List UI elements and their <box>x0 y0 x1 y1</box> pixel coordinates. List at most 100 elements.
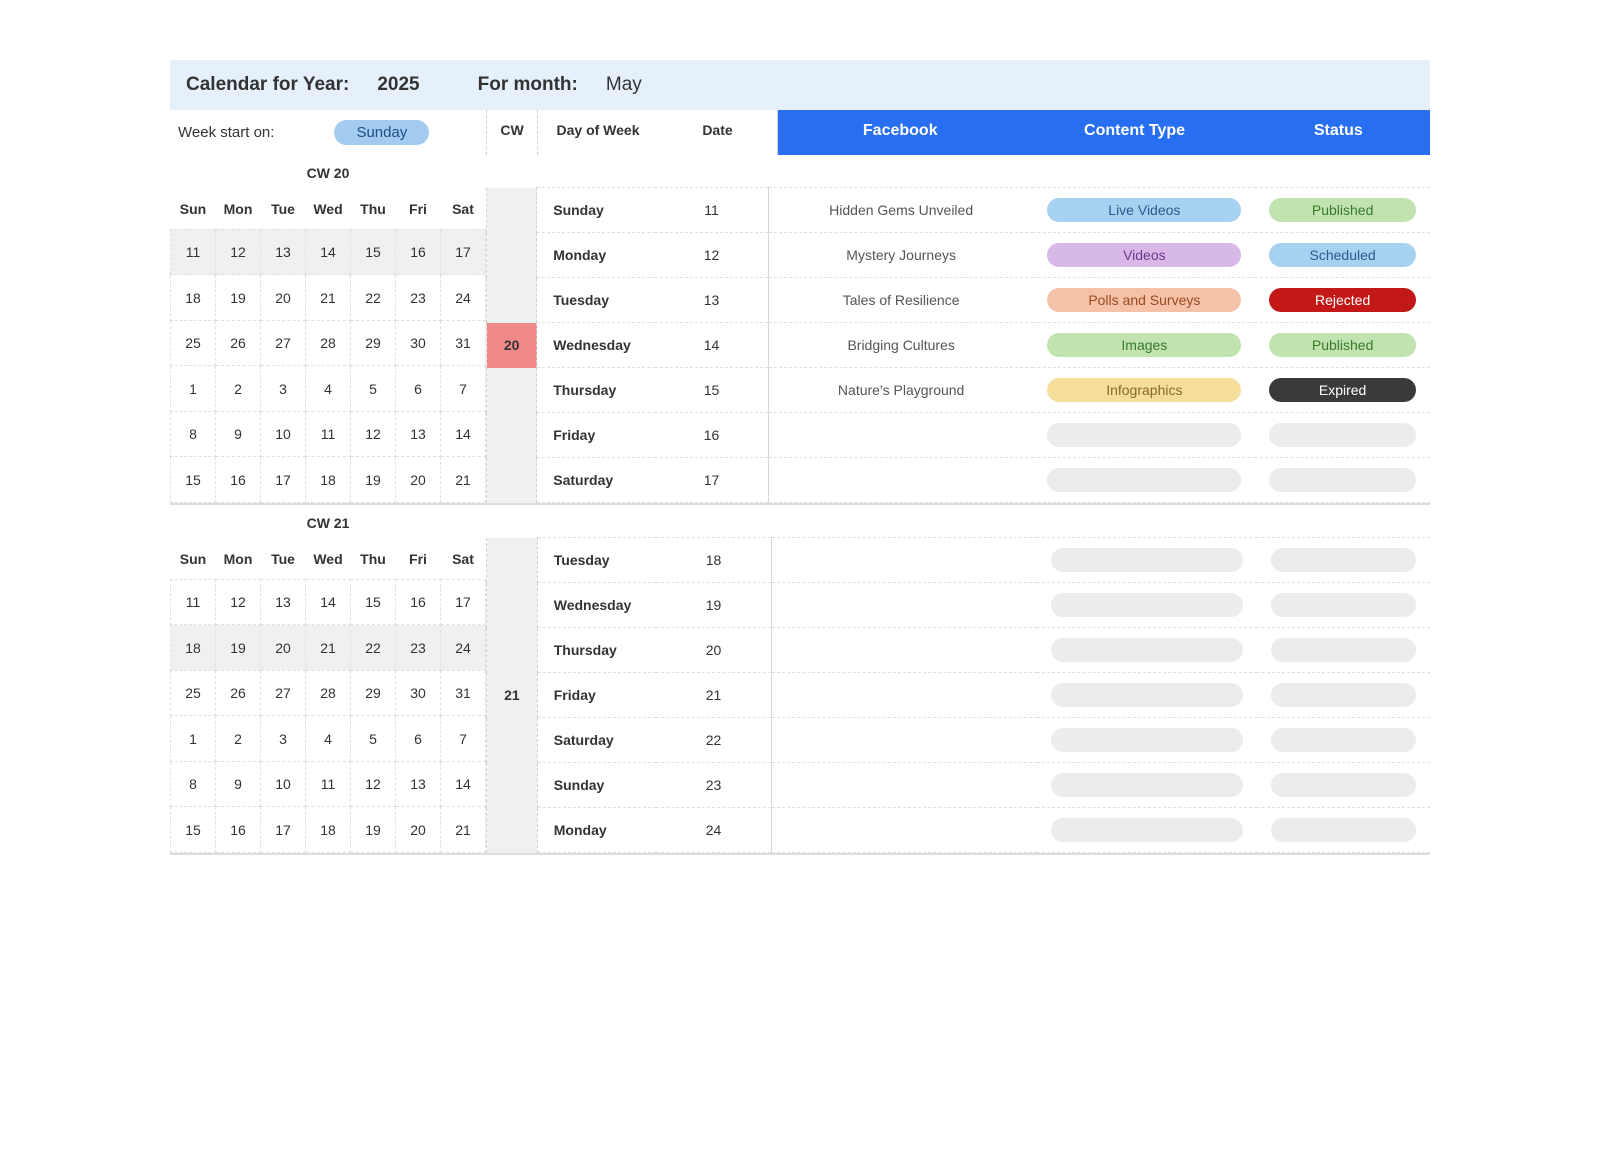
mini-day-cell[interactable]: 11 <box>171 229 216 275</box>
mini-day-cell[interactable]: 17 <box>261 807 306 853</box>
mini-day-cell[interactable]: 18 <box>171 625 216 671</box>
facebook-cell[interactable]: Hidden Gems Unveiled <box>768 188 1033 233</box>
mini-day-cell[interactable]: 27 <box>261 670 306 716</box>
status-pill[interactable] <box>1271 638 1416 662</box>
status-cell[interactable] <box>1257 808 1430 853</box>
mini-day-cell[interactable]: 17 <box>441 579 486 625</box>
mini-day-cell[interactable]: 6 <box>396 366 441 412</box>
mini-day-cell[interactable]: 23 <box>396 625 441 671</box>
mini-day-cell[interactable]: 5 <box>351 716 396 762</box>
mini-day-cell[interactable]: 17 <box>441 229 486 275</box>
mini-day-cell[interactable]: 5 <box>351 366 396 412</box>
content-type-pill[interactable] <box>1051 728 1243 752</box>
mini-day-cell[interactable]: 16 <box>216 807 261 853</box>
mini-day-cell[interactable]: 13 <box>261 229 306 275</box>
facebook-cell[interactable] <box>771 583 1037 628</box>
mini-day-cell[interactable]: 13 <box>261 579 306 625</box>
mini-day-cell[interactable]: 1 <box>171 716 216 762</box>
status-cell[interactable]: Published <box>1255 188 1430 233</box>
mini-day-cell[interactable]: 19 <box>216 275 261 321</box>
status-cell[interactable] <box>1257 763 1430 808</box>
week-start-selector[interactable]: Sunday <box>334 120 429 145</box>
mini-day-cell[interactable]: 22 <box>351 275 396 321</box>
content-type-cell[interactable] <box>1037 628 1257 673</box>
mini-day-cell[interactable]: 3 <box>261 716 306 762</box>
mini-day-cell[interactable]: 14 <box>441 761 486 807</box>
mini-day-cell[interactable]: 21 <box>306 275 351 321</box>
mini-day-cell[interactable]: 14 <box>441 411 486 457</box>
mini-day-cell[interactable]: 25 <box>171 670 216 716</box>
mini-day-cell[interactable]: 4 <box>306 366 351 412</box>
mini-day-cell[interactable]: 20 <box>396 457 441 503</box>
content-type-cell[interactable]: Infographics <box>1033 368 1255 413</box>
status-cell[interactable]: Rejected <box>1255 278 1430 323</box>
mini-day-cell[interactable]: 31 <box>441 670 486 716</box>
facebook-cell[interactable]: Nature's Playground <box>768 368 1033 413</box>
status-pill[interactable] <box>1271 593 1416 617</box>
content-type-cell[interactable] <box>1033 458 1255 503</box>
mini-day-cell[interactable]: 26 <box>216 320 261 366</box>
content-type-cell[interactable]: Live Videos <box>1033 188 1255 233</box>
mini-day-cell[interactable]: 12 <box>351 761 396 807</box>
mini-day-cell[interactable]: 11 <box>306 411 351 457</box>
content-type-pill[interactable] <box>1047 423 1241 447</box>
mini-day-cell[interactable]: 10 <box>261 761 306 807</box>
calendar-year-value[interactable]: 2025 <box>377 74 419 96</box>
status-pill[interactable] <box>1271 683 1416 707</box>
mini-day-cell[interactable]: 31 <box>441 320 486 366</box>
mini-day-cell[interactable]: 13 <box>396 761 441 807</box>
mini-day-cell[interactable]: 29 <box>351 320 396 366</box>
facebook-cell[interactable]: Mystery Journeys <box>768 233 1033 278</box>
facebook-cell[interactable] <box>771 718 1037 763</box>
content-type-pill[interactable] <box>1051 593 1243 617</box>
status-pill[interactable]: Scheduled <box>1269 243 1416 267</box>
content-type-pill[interactable]: Infographics <box>1047 378 1241 402</box>
facebook-cell[interactable] <box>771 538 1037 583</box>
mini-day-cell[interactable]: 21 <box>306 625 351 671</box>
status-cell[interactable] <box>1257 538 1430 583</box>
mini-day-cell[interactable]: 11 <box>171 579 216 625</box>
content-type-pill[interactable] <box>1047 468 1241 492</box>
content-type-pill[interactable] <box>1051 683 1243 707</box>
mini-day-cell[interactable]: 29 <box>351 670 396 716</box>
facebook-cell[interactable] <box>771 808 1037 853</box>
mini-day-cell[interactable]: 27 <box>261 320 306 366</box>
mini-day-cell[interactable]: 3 <box>261 366 306 412</box>
facebook-cell[interactable] <box>771 628 1037 673</box>
content-type-pill[interactable] <box>1051 818 1243 842</box>
content-type-cell[interactable]: Videos <box>1033 233 1255 278</box>
mini-day-cell[interactable]: 8 <box>171 761 216 807</box>
mini-day-cell[interactable]: 20 <box>261 275 306 321</box>
facebook-cell[interactable]: Tales of Resilience <box>768 278 1033 323</box>
status-cell[interactable]: Expired <box>1255 368 1430 413</box>
status-pill[interactable] <box>1271 773 1416 797</box>
status-cell[interactable] <box>1257 718 1430 763</box>
mini-day-cell[interactable]: 30 <box>396 320 441 366</box>
mini-day-cell[interactable]: 12 <box>351 411 396 457</box>
content-type-pill[interactable] <box>1051 773 1243 797</box>
content-type-pill[interactable] <box>1051 548 1243 572</box>
mini-day-cell[interactable]: 2 <box>216 716 261 762</box>
mini-day-cell[interactable]: 30 <box>396 670 441 716</box>
mini-day-cell[interactable]: 9 <box>216 761 261 807</box>
mini-day-cell[interactable]: 12 <box>216 579 261 625</box>
mini-day-cell[interactable]: 21 <box>441 457 486 503</box>
status-pill[interactable] <box>1271 818 1416 842</box>
status-cell[interactable] <box>1257 673 1430 718</box>
content-type-cell[interactable] <box>1037 538 1257 583</box>
status-cell[interactable] <box>1255 413 1430 458</box>
mini-day-cell[interactable]: 19 <box>351 807 396 853</box>
mini-day-cell[interactable]: 18 <box>306 807 351 853</box>
calendar-month-value[interactable]: May <box>606 74 642 96</box>
mini-day-cell[interactable]: 10 <box>261 411 306 457</box>
status-cell[interactable] <box>1257 628 1430 673</box>
mini-day-cell[interactable]: 17 <box>261 457 306 503</box>
content-type-cell[interactable] <box>1037 808 1257 853</box>
status-cell[interactable]: Scheduled <box>1255 233 1430 278</box>
mini-day-cell[interactable]: 14 <box>306 579 351 625</box>
mini-day-cell[interactable]: 26 <box>216 670 261 716</box>
mini-day-cell[interactable]: 15 <box>351 229 396 275</box>
mini-day-cell[interactable]: 15 <box>171 457 216 503</box>
status-cell[interactable] <box>1255 458 1430 503</box>
mini-day-cell[interactable]: 19 <box>351 457 396 503</box>
